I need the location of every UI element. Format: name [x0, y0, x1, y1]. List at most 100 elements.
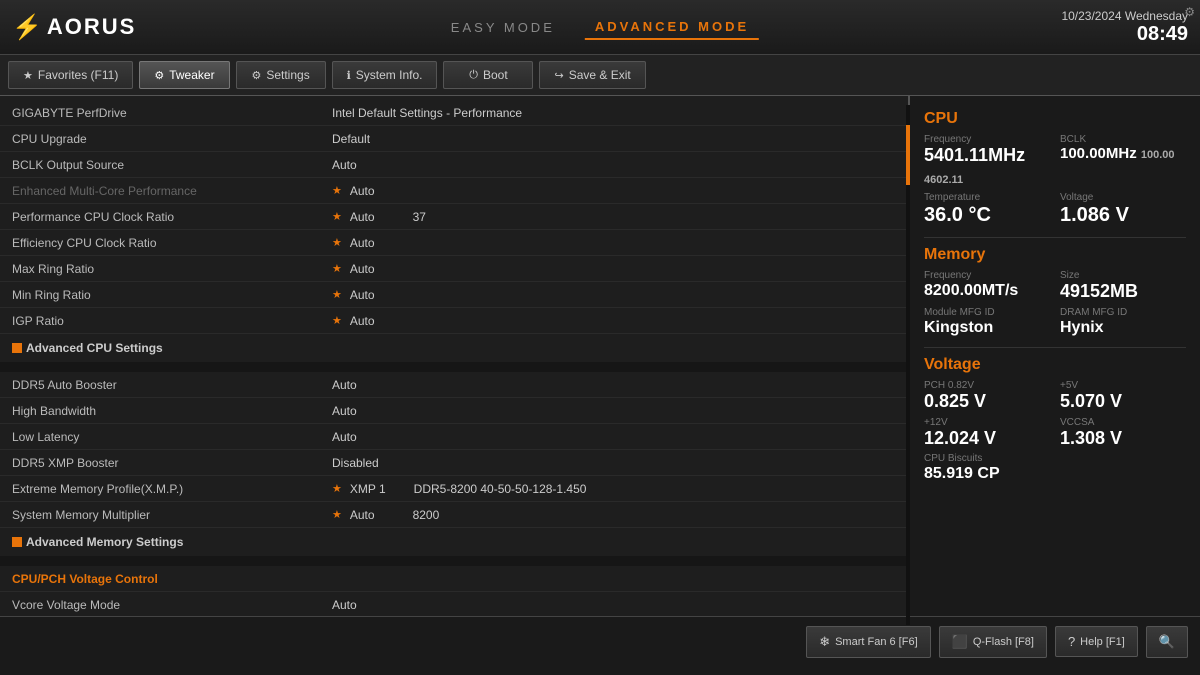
tweaker-icon: ⚙ — [154, 69, 164, 82]
settings-button[interactable]: ⚙ Settings — [236, 61, 326, 89]
orange-square-icon — [12, 343, 22, 353]
smart-fan-button[interactable]: ❄ Smart Fan 6 [F6] — [806, 626, 930, 658]
sysinfo-icon: ℹ — [347, 69, 351, 82]
logo-text: AORUS — [47, 14, 136, 40]
table-row[interactable]: Performance CPU Clock Ratio ★ Auto 37 — [0, 204, 908, 230]
setting-value: ★ Auto — [332, 262, 896, 276]
sysinfo-button[interactable]: ℹ System Info. — [332, 61, 438, 89]
logo-icon: ⚡ — [12, 13, 42, 42]
table-row[interactable]: Enhanced Multi-Core Performance ★ Auto — [0, 178, 908, 204]
setting-value: Auto — [332, 430, 896, 444]
star-icon: ★ — [332, 482, 342, 495]
setting-value: Auto — [332, 598, 896, 612]
setting-name: GIGABYTE PerfDrive — [12, 106, 332, 120]
boot-icon: ⏻ — [469, 69, 478, 82]
biscuits-item: CPU Biscuits 85.919 CP — [924, 453, 1050, 483]
info-panel: CPU Frequency 5401.11MHz 4602.11 BCLK 10… — [910, 96, 1200, 616]
search-icon: 🔍 — [1159, 634, 1175, 650]
setting-name: DDR5 Auto Booster — [12, 378, 332, 392]
setting-name: CPU Upgrade — [12, 132, 332, 146]
section-label: Advanced Memory Settings — [26, 535, 183, 549]
info-divider — [924, 347, 1186, 348]
table-row[interactable]: GIGABYTE PerfDrive Intel Default Setting… — [0, 100, 908, 126]
nav-bar: ★ Favorites (F11) ⚙ Tweaker ⚙ Settings ℹ… — [0, 55, 1200, 96]
scroll-indicator — [906, 105, 910, 625]
plus5v-item: +5V 5.070 V — [1060, 380, 1186, 413]
help-button[interactable]: ? Help [F1] — [1055, 626, 1138, 657]
help-icon: ? — [1068, 634, 1075, 649]
table-row[interactable]: System Memory Multiplier ★ Auto 8200 — [0, 502, 908, 528]
voltage-info-grid: PCH 0.82V 0.825 V +5V 5.070 V +12V 12.02… — [924, 380, 1186, 483]
table-row[interactable]: BCLK Output Source Auto — [0, 152, 908, 178]
memory-section-title: Memory — [924, 246, 1186, 264]
table-row[interactable]: High Bandwidth Auto — [0, 398, 908, 424]
setting-name: Extreme Memory Profile(X.M.P.) — [12, 482, 332, 496]
settings-panel[interactable]: GIGABYTE PerfDrive Intel Default Setting… — [0, 96, 910, 616]
star-icon: ★ — [332, 288, 342, 301]
vccsa-value: 1.308 V — [1060, 428, 1186, 450]
setting-value: Auto — [332, 404, 896, 418]
plus5v-value: 5.070 V — [1060, 391, 1186, 413]
settings-gear-icon[interactable]: ⚙ — [1184, 5, 1195, 19]
table-row[interactable]: CPU Upgrade Default — [0, 126, 908, 152]
cpu-temp-label: Temperature — [924, 192, 1050, 203]
dram-mfg-item: DRAM MFG ID Hynix — [1060, 307, 1186, 337]
module-mfg-item: Module MFG ID Kingston — [924, 307, 1050, 337]
cpu-frequency-sub: 4602.11 — [924, 174, 963, 186]
section-divider — [0, 362, 908, 372]
table-row[interactable]: Min Ring Ratio ★ Auto — [0, 282, 908, 308]
section-label: Advanced CPU Settings — [26, 341, 163, 355]
main-content: GIGABYTE PerfDrive Intel Default Setting… — [0, 96, 1200, 616]
logo-area: ⚡ AORUS — [0, 13, 136, 42]
boot-button[interactable]: ⏻ Boot — [443, 61, 533, 89]
setting-name: DDR5 XMP Booster — [12, 456, 332, 470]
table-row[interactable]: Vcore Voltage Mode Auto — [0, 592, 908, 616]
favorites-button[interactable]: ★ Favorites (F11) — [8, 61, 133, 89]
cpu-voltage-value: 1.086 V — [1060, 203, 1186, 227]
plus12v-item: +12V 12.024 V — [924, 417, 1050, 450]
dram-mfg-value: Hynix — [1060, 318, 1186, 337]
table-row[interactable]: Efficiency CPU Clock Ratio ★ Auto — [0, 230, 908, 256]
cpu-voltage-item: Voltage 1.086 V — [1060, 192, 1186, 227]
qflash-button[interactable]: ⬛ Q-Flash [F8] — [939, 626, 1047, 658]
advanced-cpu-settings-row[interactable]: Advanced CPU Settings — [0, 334, 908, 362]
module-mfg-value: Kingston — [924, 318, 1050, 337]
mode-area: EASY MODE ADVANCED MODE — [441, 15, 759, 40]
setting-name: Vcore Voltage Mode — [12, 598, 332, 612]
dram-mfg-label: DRAM MFG ID — [1060, 307, 1186, 318]
voltage-section-title: Voltage — [924, 356, 1186, 374]
easy-mode-button[interactable]: EASY MODE — [441, 16, 565, 39]
setting-name: Low Latency — [12, 430, 332, 444]
tweaker-button[interactable]: ⚙ Tweaker — [139, 61, 229, 89]
table-row[interactable]: IGP Ratio ★ Auto — [0, 308, 908, 334]
cpu-section-title: CPU — [924, 110, 1186, 128]
setting-value: Auto — [332, 378, 896, 392]
table-row[interactable]: Extreme Memory Profile(X.M.P.) ★ XMP 1 D… — [0, 476, 908, 502]
biscuits-label: CPU Biscuits — [924, 453, 1050, 464]
search-button[interactable]: 🔍 — [1146, 626, 1188, 658]
time-text: 08:49 — [1061, 23, 1188, 46]
voltage-control-header: CPU/PCH Voltage Control — [12, 572, 332, 586]
cpu-bclk-value: 100.00MHz 100.00 — [1060, 145, 1186, 163]
setting-name: System Memory Multiplier — [12, 508, 332, 522]
save-exit-button[interactable]: ↪ Save & Exit — [539, 61, 645, 89]
table-row[interactable]: Low Latency Auto — [0, 424, 908, 450]
scroll-thumb — [906, 125, 910, 185]
table-row[interactable]: DDR5 Auto Booster Auto — [0, 372, 908, 398]
setting-name: Enhanced Multi-Core Performance — [12, 184, 332, 198]
table-row[interactable]: DDR5 XMP Booster Disabled — [0, 450, 908, 476]
vccsa-item: VCCSA 1.308 V — [1060, 417, 1186, 450]
memory-freq-value: 8200.00MT/s — [924, 281, 1050, 300]
settings-icon: ⚙ — [251, 69, 261, 82]
cpu-temp-item: Temperature 36.0 °C — [924, 192, 1050, 227]
cpu-bclk-sub: 100.00 — [1141, 149, 1175, 161]
advanced-memory-settings-row[interactable]: Advanced Memory Settings — [0, 528, 908, 556]
table-row[interactable]: Max Ring Ratio ★ Auto — [0, 256, 908, 282]
pch-voltage-item: PCH 0.82V 0.825 V — [924, 380, 1050, 413]
fan-icon: ❄ — [819, 634, 830, 650]
memory-info-grid: Frequency 8200.00MT/s Size 49152MB Modul… — [924, 270, 1186, 337]
setting-value: Disabled — [332, 456, 896, 470]
advanced-mode-button[interactable]: ADVANCED MODE — [585, 15, 759, 40]
setting-name: Efficiency CPU Clock Ratio — [12, 236, 332, 250]
star-icon: ★ — [332, 508, 342, 521]
